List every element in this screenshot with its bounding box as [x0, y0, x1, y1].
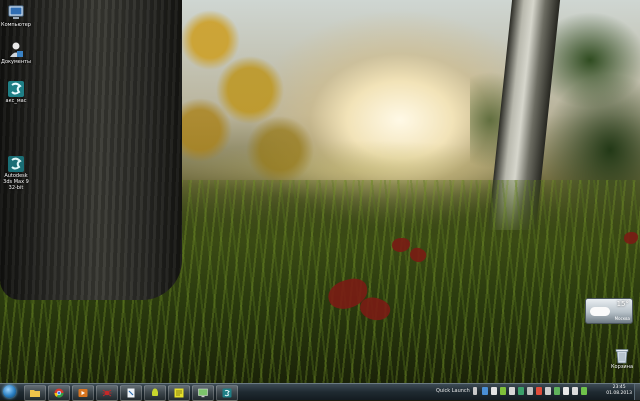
notes-icon [174, 388, 184, 398]
tray-app-icon[interactable] [500, 387, 506, 395]
tray-app-icon[interactable] [518, 387, 524, 395]
taskbar-app-button[interactable] [192, 385, 214, 401]
desktop-icon-label: Autodesk 3ds Max 9 32-bit [3, 173, 29, 191]
network-icon[interactable] [563, 387, 569, 395]
desktop-icon-recycle-bin[interactable]: Корзина [607, 348, 637, 370]
android-icon [152, 388, 158, 396]
weather-gadget[interactable]: 15° Москва [585, 298, 633, 324]
clock-date: 01.08.2013 [606, 391, 632, 396]
chrome-icon [54, 388, 64, 398]
3ds-max-icon [222, 388, 232, 398]
desktop-wallpaper [0, 0, 640, 384]
folder-icon [30, 390, 40, 397]
chevron-icon[interactable] [473, 387, 477, 395]
media-player-icon [78, 389, 88, 397]
taskbar-media-player-button[interactable] [72, 385, 94, 401]
spider-icon [102, 389, 112, 397]
recycle-bin-icon [615, 349, 629, 364]
tray-app-icon[interactable] [527, 387, 533, 395]
tray-app-icon[interactable] [545, 387, 551, 395]
wallpaper-yellow-foliage [170, 0, 320, 200]
windows-logo-icon [3, 385, 16, 398]
start-button[interactable] [1, 384, 19, 400]
desktop-icon-label: Корзина [610, 364, 634, 370]
tray-app-icon[interactable] [554, 387, 560, 395]
3ds-max-icon [8, 81, 24, 97]
taskbar-explorer-button[interactable] [24, 385, 46, 401]
desktop-icon-3ds-max[interactable]: Autodesk 3ds Max 9 32-bit [0, 155, 32, 191]
desktop-icon-computer[interactable]: Компьютер [0, 4, 32, 28]
show-desktop-button[interactable] [634, 384, 640, 400]
taskbar: Quick Launch 23:45 01.08.2013 [0, 383, 640, 401]
taskbar-clock[interactable]: 23:45 01.08.2013 [606, 385, 632, 397]
desktop-icon-shortcut[interactable]: акс_мас [0, 80, 32, 104]
desktop-icon-documents[interactable]: Документы [0, 41, 32, 65]
cloud-icon [590, 307, 610, 316]
tray-app-icon[interactable] [509, 387, 515, 395]
taskbar-app-button[interactable] [168, 385, 190, 401]
3ds-max-icon [8, 156, 24, 172]
volume-icon[interactable] [572, 387, 578, 395]
taskbar-chrome-button[interactable] [48, 385, 70, 401]
taskbar-app-button[interactable] [144, 385, 166, 401]
weather-temperature: 15° [616, 300, 629, 308]
tray-app-icon[interactable] [536, 387, 542, 395]
desktop-icon-label: Документы [1, 59, 31, 65]
tray-app-icon[interactable] [491, 387, 497, 395]
battery-icon[interactable] [581, 387, 587, 395]
tray-app-icon[interactable] [482, 387, 488, 395]
taskbar-3ds-max-button[interactable] [216, 385, 238, 401]
taskbar-app-button[interactable] [120, 385, 142, 401]
desktop-icon-label: Компьютер [1, 22, 31, 28]
taskbar-app-button[interactable] [96, 385, 118, 401]
user-documents-icon [10, 42, 23, 57]
computer-icon [8, 5, 24, 19]
desktop-icon-label: акс_мас [5, 98, 27, 104]
weather-city: Москва [614, 316, 630, 321]
document-icon [127, 388, 135, 398]
monitor-icon [198, 388, 208, 398]
quick-launch-toolbar[interactable]: Quick Launch [436, 388, 470, 394]
